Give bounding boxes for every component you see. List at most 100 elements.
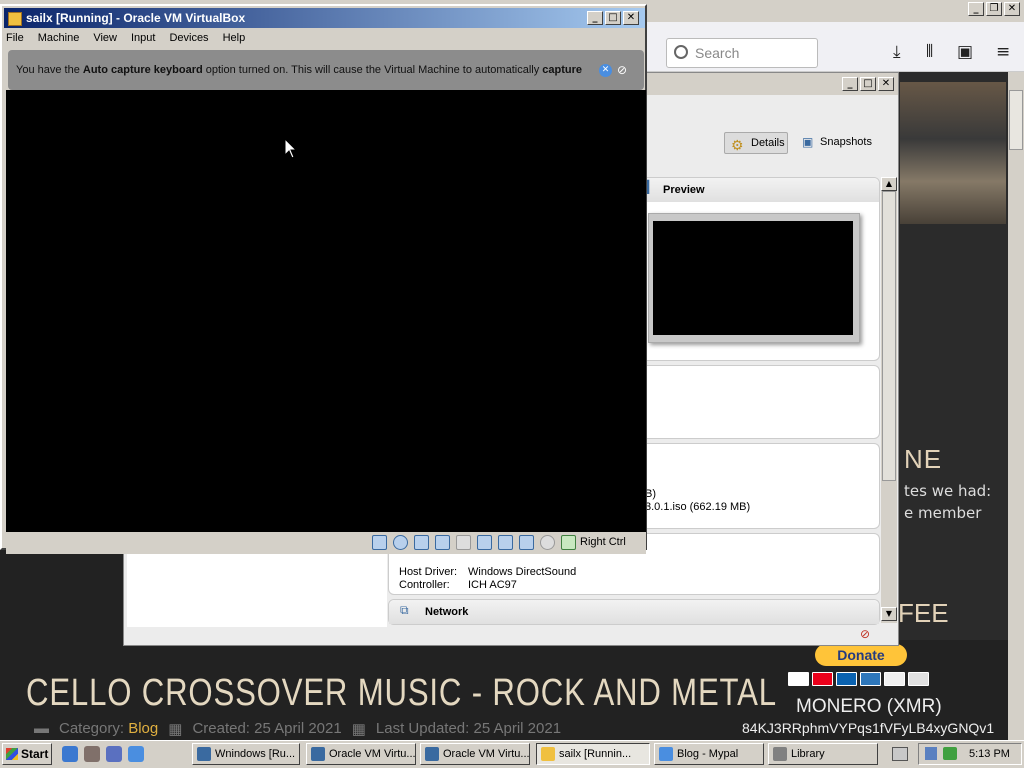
folder-icon: ▬ [34, 720, 49, 737]
tray-volume-icon[interactable] [943, 747, 957, 760]
virtualbox-icon[interactable] [106, 746, 122, 762]
preview-screen [653, 221, 853, 335]
display-icon[interactable] [498, 535, 513, 550]
auto-capture-notice: You have the Auto capture keyboard optio… [8, 50, 644, 90]
download-icon[interactable]: ⤓ [893, 42, 901, 62]
scroll-down-icon[interactable]: ▼ [881, 607, 897, 621]
taskbar-item[interactable]: Library [768, 743, 878, 765]
clock[interactable]: 5:13 PM [969, 748, 1010, 760]
status-icons [372, 535, 576, 550]
snapshots-label: Snapshots [820, 136, 872, 148]
menu-icon[interactable]: ≡ [996, 42, 1010, 62]
menu-devices[interactable]: Devices [169, 32, 208, 44]
restore-icon[interactable]: ❐ [986, 2, 1002, 16]
taskbar-item-active[interactable]: sailx [Runnin... [536, 743, 650, 765]
menu-help[interactable]: Help [223, 32, 246, 44]
mouse-integration-icon[interactable] [561, 535, 576, 550]
mypal-icon[interactable] [128, 746, 144, 762]
scroll-up-icon[interactable]: ▲ [881, 177, 897, 191]
cpu-icon[interactable] [540, 535, 555, 550]
page-scrollbar-thumb[interactable] [1009, 90, 1023, 150]
notification-icon[interactable]: ⊘ [860, 627, 870, 641]
payment-cards [788, 672, 929, 686]
notice-text-bold: capture [542, 64, 583, 76]
close-icon[interactable]: ✕ [1004, 2, 1020, 16]
mouse-cursor-icon [284, 138, 298, 159]
virtualbox-icon [8, 12, 22, 26]
vm-display[interactable] [6, 90, 646, 532]
windows-logo-icon [6, 748, 18, 760]
close-icon[interactable]: ✕ [878, 77, 894, 91]
host-driver-value: Windows DirectSound [468, 566, 577, 578]
taskbar-item-label: Library [791, 748, 825, 760]
preview-label: Preview [663, 184, 705, 196]
network-section: Network [388, 599, 880, 625]
camera-icon: ▣ [802, 135, 814, 149]
calendar-icon: ▦ [351, 721, 366, 738]
updated-date: Last Updated: 25 April 2021 [375, 720, 562, 737]
sidebar-icon[interactable]: ▣ [957, 42, 973, 62]
details-scrollbar-thumb[interactable] [882, 191, 896, 481]
search-input[interactable]: Search [666, 38, 818, 68]
library-icon[interactable]: ⫴ [926, 42, 933, 62]
taskbar-item-label: Blog - Mypal [677, 748, 739, 760]
taskbar-item[interactable]: Oracle VM Virtu... [420, 743, 530, 765]
tray-network-icon[interactable] [925, 747, 937, 760]
close-notice-icon[interactable]: ✕ [599, 64, 612, 77]
menu-file[interactable]: File [6, 32, 24, 44]
notice-text: You have the [16, 64, 83, 76]
mute-notice-icon[interactable]: ⊘ [617, 63, 627, 77]
monero-address: 84KJ3RRphmVYPqs1fVFyLB4xyGNQv1 [742, 720, 995, 736]
notice-text-bold: Auto capture keyboard [82, 64, 203, 76]
vm-list[interactable] [127, 551, 387, 627]
shared-folders-icon[interactable] [477, 535, 492, 550]
minimize-icon[interactable]: _ [587, 11, 603, 25]
amex-icon [860, 672, 881, 686]
library-icon [773, 747, 787, 761]
usb-icon[interactable] [456, 535, 471, 550]
card-icon [908, 672, 929, 686]
taskbar-item[interactable]: Oracle VM Virtu... [306, 743, 416, 765]
details-button[interactable]: ⚙ Details [724, 132, 788, 154]
minimize-icon[interactable]: _ [968, 2, 984, 16]
category-link[interactable]: Blog [128, 720, 158, 737]
system-tray: 5:13 PM [918, 743, 1022, 765]
audio-icon[interactable] [414, 535, 429, 550]
donate-button[interactable]: Donate [815, 644, 907, 666]
internet-explorer-icon[interactable] [62, 746, 78, 762]
taskbar-item-label: Wnindows [Ru... [215, 748, 296, 760]
notice-text: option turned on. This will cause the Vi… [202, 64, 543, 76]
maximize-icon[interactable]: □ [605, 11, 621, 25]
controller-label: Controller: [399, 579, 450, 591]
taskbar-item[interactable]: Wnindows [Ru... [192, 743, 300, 765]
network-header[interactable]: Network [389, 600, 879, 624]
sidebar-heading: FEE [898, 598, 949, 628]
quick-launch [62, 746, 144, 762]
keyboard-icon[interactable] [892, 747, 908, 761]
preview-header[interactable]: Preview [609, 178, 879, 202]
virtualbox-icon [541, 747, 555, 761]
vm-titlebar[interactable]: sailx [Running] - Oracle VM VirtualBox [4, 8, 645, 28]
hard-disk-icon[interactable] [372, 535, 387, 550]
snapshots-button[interactable]: ▣ Snapshots [802, 132, 882, 154]
video-capture-icon[interactable] [519, 535, 534, 550]
network-icon: ⧉ [400, 603, 409, 617]
minimize-icon[interactable]: _ [842, 77, 858, 91]
close-icon[interactable]: ✕ [623, 11, 639, 25]
menu-input[interactable]: Input [131, 32, 155, 44]
menu-machine[interactable]: Machine [38, 32, 80, 44]
monero-label: MONERO (XMR) [796, 696, 942, 717]
page-scrollbar[interactable] [1008, 72, 1024, 740]
maximize-icon[interactable]: □ [860, 77, 876, 91]
taskbar-item[interactable]: Blog - Mypal [654, 743, 764, 765]
post-title[interactable]: CELLO CROSSOVER MUSIC - ROCK AND METAL [26, 672, 777, 715]
settings-icon[interactable] [84, 746, 100, 762]
optical-drive-icon[interactable] [393, 535, 408, 550]
virtualbox-icon [311, 747, 325, 761]
taskbar-item-label: Oracle VM Virtu... [329, 748, 416, 760]
host-key-label: Right Ctrl [580, 536, 626, 548]
virtualbox-icon [425, 747, 439, 761]
menu-view[interactable]: View [93, 32, 117, 44]
storage-line: 3.0.1.iso (662.19 MB) [645, 501, 751, 513]
network-icon[interactable] [435, 535, 450, 550]
